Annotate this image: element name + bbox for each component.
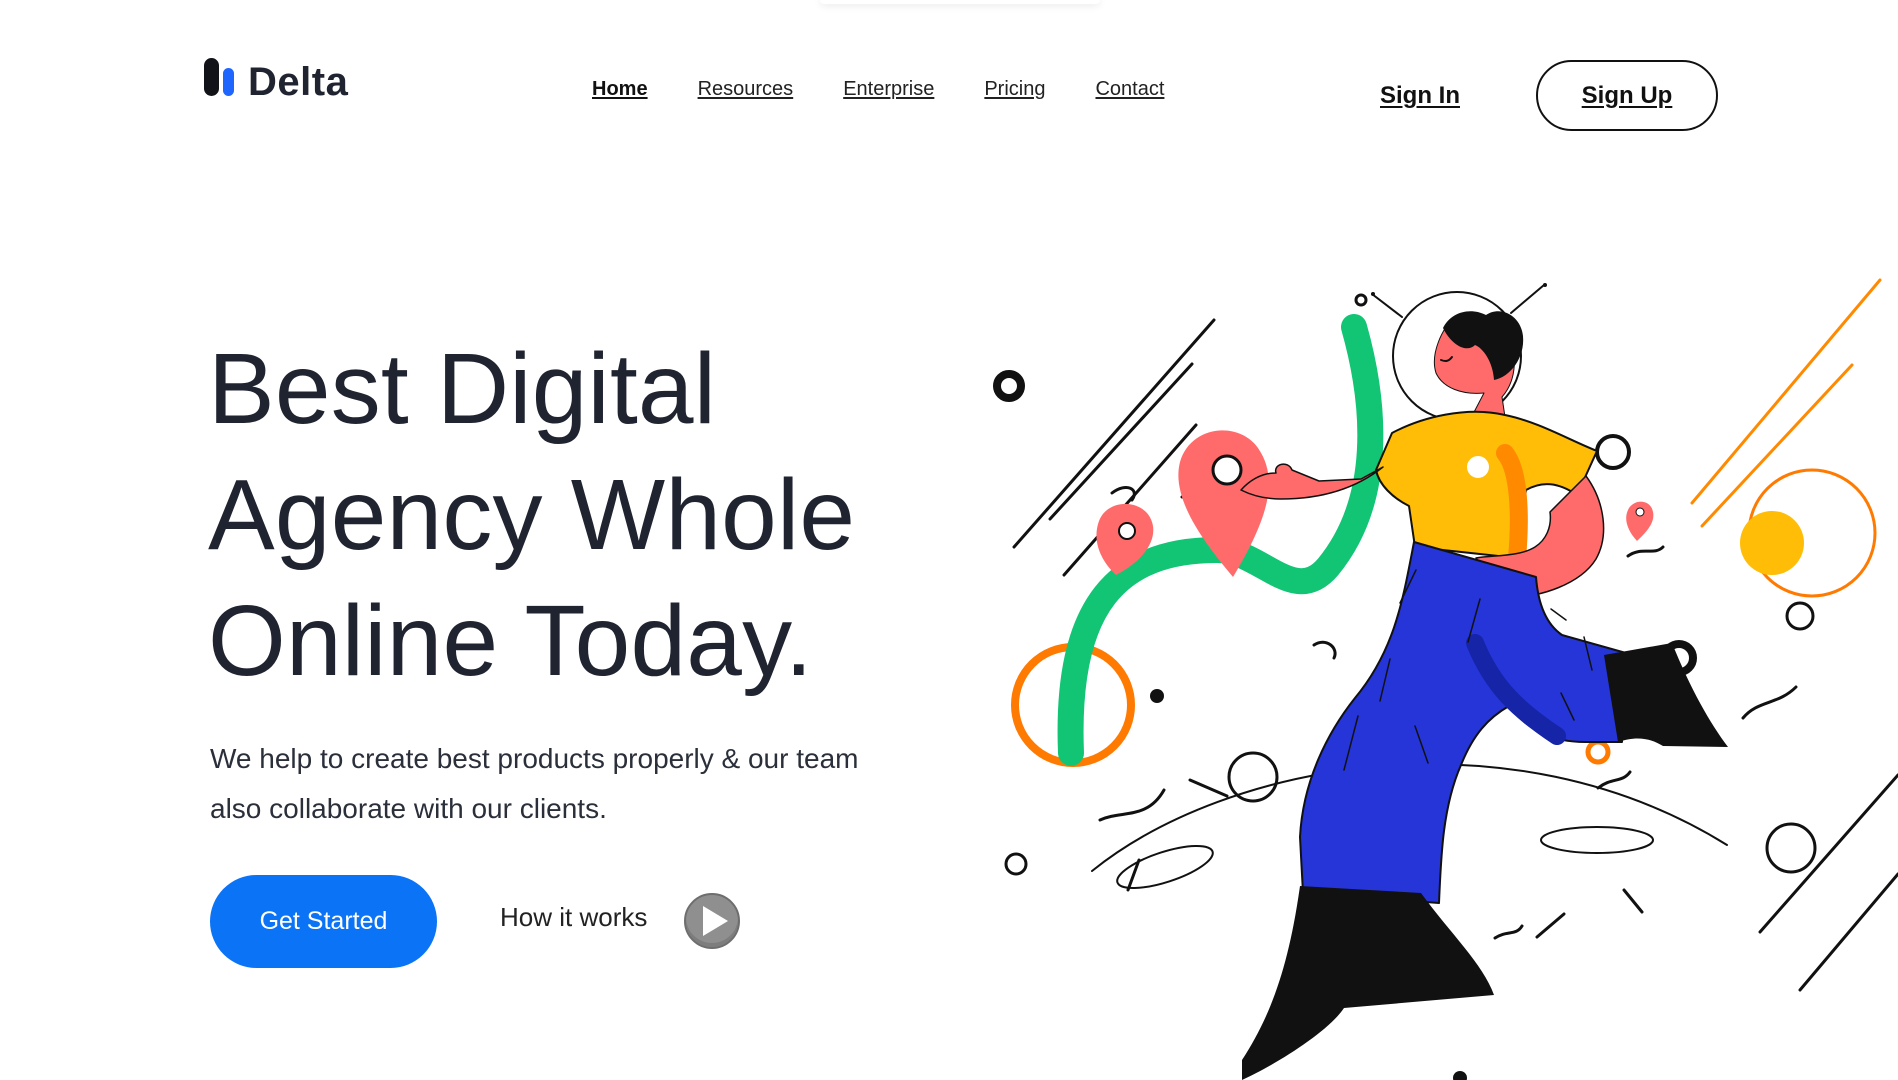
get-started-button[interactable]: Get Started <box>210 875 437 968</box>
hero-title: Best Digital Agency Whole Online Today. <box>208 326 968 704</box>
squiggle-decoration <box>1596 770 1632 790</box>
antenna-tip-right <box>1543 283 1547 287</box>
antenna-tip-left <box>1371 292 1375 296</box>
play-button[interactable] <box>684 893 740 949</box>
how-it-works-link[interactable]: How it works <box>500 902 647 933</box>
landing-page: Delta Home Resources Enterprise Pricing … <box>0 0 1898 1080</box>
black-dot-bottom <box>1453 1071 1467 1080</box>
sign-in-link[interactable]: Sign In <box>1380 82 1460 110</box>
astronaut-left-shoe <box>1242 886 1494 1080</box>
ring-decoration-bottom-right <box>1765 822 1817 874</box>
logo-dark-bar <box>204 58 219 96</box>
astronaut-pants <box>1299 541 1627 904</box>
ring-decoration-center <box>1227 751 1279 803</box>
small-location-pin-center <box>1635 507 1645 517</box>
logo-blue-bar <box>223 68 234 96</box>
black-dot <box>1150 689 1164 703</box>
astronaut-right-shoe <box>1604 643 1728 747</box>
nav-home-link[interactable]: Home <box>592 78 648 101</box>
shirt-emblem <box>1459 448 1497 486</box>
nav-enterprise-link[interactable]: Enterprise <box>843 78 934 101</box>
nav-contact-link[interactable]: Contact <box>1095 78 1164 101</box>
top-shadow-decoration <box>820 0 1100 4</box>
location-pin-center <box>1118 522 1136 540</box>
hero-title-line-3: Online Today. <box>208 585 813 697</box>
nav-resources-link[interactable]: Resources <box>698 78 794 101</box>
astronaut-illustration <box>993 278 1898 1080</box>
brand-logo-icon <box>204 58 236 98</box>
squiggle-decoration <box>1493 924 1524 940</box>
hero-description: We help to create best products properly… <box>210 743 859 824</box>
squiggle-decoration <box>1098 788 1166 822</box>
orange-diagonal-lines <box>1690 278 1882 528</box>
ring-decoration-bottom-left <box>1004 852 1028 876</box>
brand-logo-link[interactable]: Delta <box>204 58 348 102</box>
hero-illustration <box>952 250 1898 1080</box>
play-icon <box>702 906 728 936</box>
hero-title-line-2: Agency Whole <box>208 459 856 571</box>
diagonal-lines-right <box>1758 773 1898 992</box>
squiggle-decoration <box>1741 685 1798 720</box>
squiggle-decoration <box>1626 545 1665 558</box>
nav-pricing-link[interactable]: Pricing <box>984 78 1045 101</box>
brand-name: Delta <box>248 60 349 104</box>
black-ring-decoration <box>993 370 1025 402</box>
orange-small-ring <box>1585 739 1611 765</box>
yellow-dot <box>1740 511 1804 575</box>
main-navigation: Home Resources Enterprise Pricing Contac… <box>592 78 1164 101</box>
squiggle-decoration <box>1312 640 1337 660</box>
ring-decoration <box>1595 434 1631 470</box>
helmet-antennas <box>1371 284 1545 318</box>
large-location-pin-center <box>1211 454 1243 486</box>
crater-ellipse-right <box>1540 826 1654 854</box>
small-ring-decoration <box>1354 293 1368 307</box>
ring-decoration-right <box>1785 601 1815 631</box>
sign-up-button[interactable]: Sign Up <box>1536 60 1718 131</box>
hero-title-line-1: Best Digital <box>208 333 717 445</box>
